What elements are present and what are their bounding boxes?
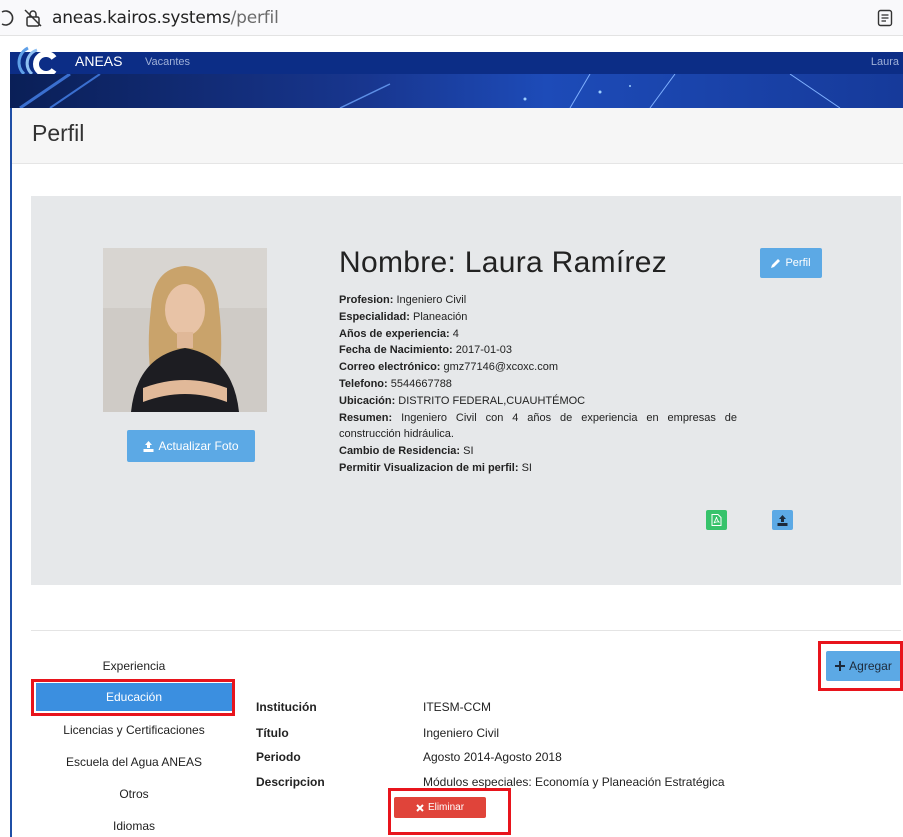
profile-details: Profesion: Ingeniero Civil Especialidad:… <box>339 292 737 477</box>
detail-row-experiencia: Años de experiencia: 4 <box>339 327 459 340</box>
pdf-icon <box>711 514 722 526</box>
edu-value-institucion: ITESM-CCM <box>423 700 491 714</box>
download-pdf-button[interactable] <box>706 510 727 530</box>
update-photo-button[interactable]: Actualizar Foto <box>127 430 255 462</box>
edit-profile-label: Perfil <box>785 257 811 269</box>
lock-icon[interactable] <box>24 9 42 27</box>
browser-url-bar: aneas.kairos.systems/perfil <box>0 0 903 36</box>
profile-name: Nombre: Laura Ramírez <box>339 246 668 279</box>
detail-row-resumen: Resumen: Ingeniero Civil con 4 años de e… <box>339 411 737 441</box>
detail-row-visualizacion: Permitir Visualizacion de mi perfil: SI <box>339 461 532 474</box>
detail-row-correo: Correo electrónico: gmz77146@xcoxc.com <box>339 361 559 374</box>
refresh-icon[interactable] <box>0 9 14 27</box>
upload-cv-button[interactable] <box>772 510 793 530</box>
edu-value-descripcion: Módulos especiales: Economía y Planeació… <box>423 775 725 789</box>
profile-photo <box>103 248 267 412</box>
edu-value-titulo: Ingeniero Civil <box>423 726 500 740</box>
tab-otros[interactable]: Otros <box>36 780 232 808</box>
update-photo-label: Actualizar Foto <box>158 439 239 453</box>
upload-icon <box>143 440 154 452</box>
pencil-icon <box>771 259 781 268</box>
aneas-logo[interactable] <box>10 44 68 76</box>
edu-label-institucion: Institución <box>256 700 317 714</box>
url-path: /perfil <box>230 8 279 28</box>
tab-licencias[interactable]: Licencias y Certificaciones <box>36 716 232 744</box>
detail-row-especialidad: Especialidad: Planeación <box>339 310 468 323</box>
edu-value-periodo: Agosto 2014-Agosto 2018 <box>423 750 562 764</box>
detail-row-ubicacion: Ubicación: DISTRITO FEDERAL,CUAUHTÉMOC <box>339 394 586 407</box>
upload-icon <box>777 514 788 526</box>
nav-link-vacantes[interactable]: Vacantes <box>145 56 190 68</box>
left-border <box>10 108 12 837</box>
tab-idiomas[interactable]: Idiomas <box>36 812 232 837</box>
section-divider <box>31 630 901 631</box>
tab-escuela-agua[interactable]: Escuela del Agua ANEAS <box>36 748 232 776</box>
detail-row-nacimiento: Fecha de Nacimiento: 2017-01-03 <box>339 344 513 357</box>
highlight-box <box>388 788 511 835</box>
app-navbar <box>10 52 903 74</box>
edit-profile-button[interactable]: Perfil <box>760 248 822 278</box>
profile-card: Actualizar Foto Nombre: Laura Ramírez Pe… <box>31 196 901 585</box>
edu-label-titulo: Título <box>256 726 289 740</box>
highlight-box <box>31 679 235 716</box>
edu-label-periodo: Periodo <box>256 750 301 764</box>
reader-view-icon[interactable] <box>877 9 893 27</box>
page-title: Perfil <box>32 120 85 146</box>
highlight-box <box>818 641 903 691</box>
banner-decoration <box>19 74 841 108</box>
detail-row-telefono: Telefono: 5544667788 <box>339 377 452 390</box>
page-header: Perfil <box>12 108 903 164</box>
edu-label-descripcion: Descripcion <box>256 775 325 789</box>
detail-row-profesion: Profesion: Ingeniero Civil <box>339 294 467 306</box>
header-banner <box>10 74 903 108</box>
nav-user-menu[interactable]: Laura <box>871 56 899 68</box>
tab-experiencia[interactable]: Experiencia <box>36 652 232 680</box>
url-domain: aneas.kairos.systems <box>52 8 231 28</box>
detail-row-residencia: Cambio de Residencia: SI <box>339 445 474 458</box>
url-text[interactable]: aneas.kairos.systems/perfil <box>52 8 279 28</box>
brand-name[interactable]: ANEAS <box>75 53 122 69</box>
